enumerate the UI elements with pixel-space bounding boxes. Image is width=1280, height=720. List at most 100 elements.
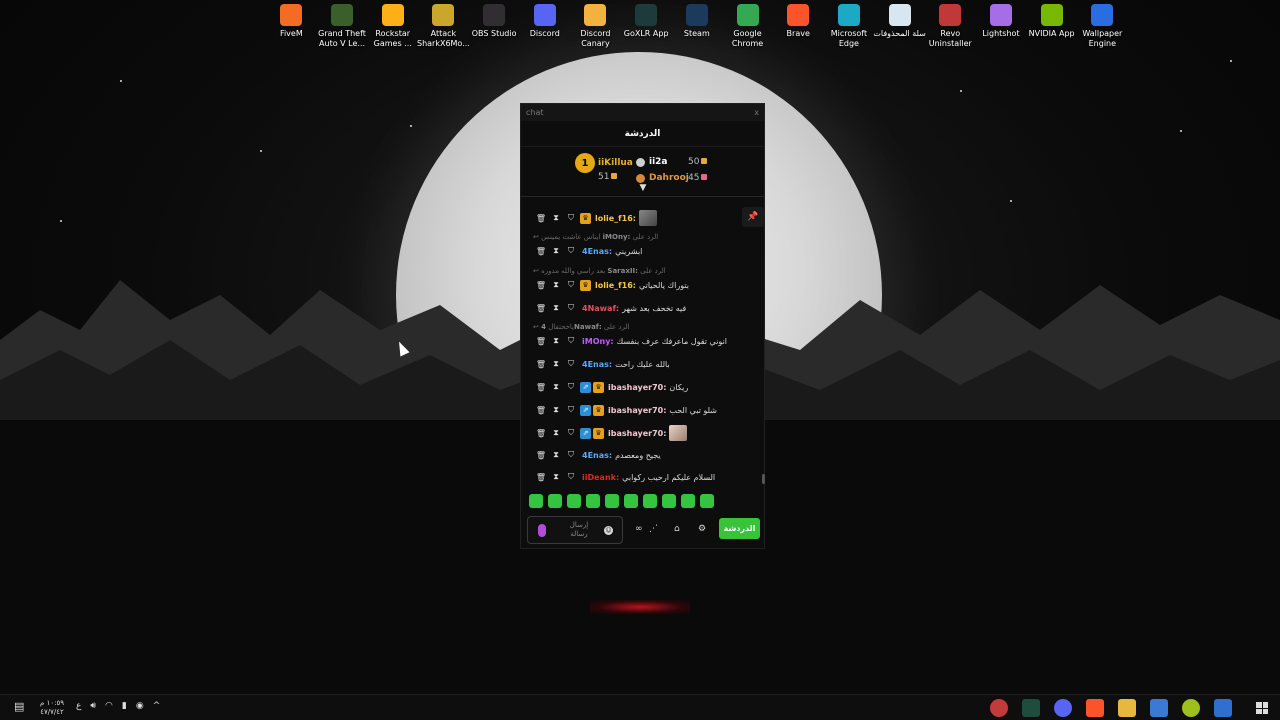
emote-icon[interactable] bbox=[681, 494, 695, 508]
trash-icon[interactable]: 🗑︎ bbox=[535, 404, 547, 416]
trash-icon[interactable]: 🗑︎ bbox=[535, 449, 547, 461]
message-username[interactable]: iiDeank: bbox=[582, 473, 619, 482]
shield-icon[interactable]: ⛉ bbox=[565, 427, 577, 439]
chat-message[interactable]: 🗑︎ ⧗ ⛉ 4Nawaf: فيه تخحف بعد شهر bbox=[535, 301, 686, 315]
gear-icon[interactable]: ⚙ bbox=[698, 524, 706, 534]
hourglass-icon[interactable]: ⧗ bbox=[550, 427, 562, 439]
trash-icon[interactable]: 🗑︎ bbox=[535, 358, 547, 370]
emote-icon[interactable] bbox=[567, 494, 581, 508]
taskbar-app-icon[interactable] bbox=[1182, 699, 1200, 717]
brave-taskbar-icon[interactable] bbox=[1086, 699, 1104, 717]
message-username[interactable]: iMOny: bbox=[582, 337, 614, 346]
chat-message[interactable]: 🗑︎ ⧗ ⛉ iiDeank: السلام عليكم ارحيب ركوابي bbox=[535, 470, 715, 484]
trash-icon[interactable]: 🗑︎ bbox=[535, 335, 547, 347]
folder-icon[interactable] bbox=[1118, 699, 1136, 717]
chat-message[interactable]: 🗑︎ ⧗ ⛉ ♛ lolie_f16: بتوراك يالحياتي bbox=[535, 278, 689, 292]
trash-icon[interactable]: 🗑︎ bbox=[535, 245, 547, 257]
desktop-shortcut[interactable]: Discord Canary bbox=[570, 4, 621, 49]
clock[interactable]: ١٠:٥٩ م ٤٧/٧/٤٢ bbox=[34, 699, 70, 717]
desktop-shortcut[interactable]: Steam bbox=[672, 4, 723, 49]
desktop-shortcut[interactable]: Attack SharkX6Mo... bbox=[417, 4, 470, 49]
chat-message[interactable]: 🗑︎ ⧗ ⛉ ⇗ ♛ ibashayer70: شلو تبي الحب bbox=[535, 403, 717, 417]
emoji-icon[interactable]: ☺ bbox=[604, 526, 613, 535]
desktop-shortcut[interactable]: GoXLR App bbox=[621, 4, 672, 49]
shield-icon[interactable]: ⛉ bbox=[565, 245, 577, 257]
pin-icon[interactable]: 📌 bbox=[742, 207, 764, 227]
message-username[interactable]: 4Enas: bbox=[582, 360, 612, 369]
leader-2-name[interactable]: ii2a bbox=[649, 157, 668, 167]
hourglass-icon[interactable]: ⧗ bbox=[550, 279, 562, 291]
microphone-icon[interactable] bbox=[538, 524, 546, 537]
desktop-shortcut[interactable]: Revo Uninstaller bbox=[925, 4, 976, 49]
desktop-shortcut[interactable]: Microsoft Edge bbox=[824, 4, 875, 49]
taskbar-app-icon[interactable] bbox=[1054, 699, 1072, 717]
scrollbar-thumb[interactable] bbox=[762, 474, 765, 484]
hourglass-icon[interactable]: ⧗ bbox=[550, 245, 562, 257]
desktop-shortcut[interactable]: Brave bbox=[773, 4, 824, 49]
store-icon[interactable]: ⌂ bbox=[674, 524, 680, 534]
taskbar-app-icon[interactable] bbox=[990, 699, 1008, 717]
notification-icon[interactable]: ▤ bbox=[14, 700, 24, 713]
message-input[interactable]: إرسال رسالة ☺ bbox=[527, 516, 623, 544]
desktop-shortcut[interactable]: Discord bbox=[519, 4, 570, 49]
close-icon[interactable]: x bbox=[754, 108, 759, 117]
desktop-shortcut[interactable]: Rockstar Games ... bbox=[367, 4, 418, 49]
shield-icon[interactable]: ⛉ bbox=[565, 404, 577, 416]
desktop-shortcut[interactable]: Grand Theft Auto V Le... bbox=[317, 4, 368, 49]
trash-icon[interactable]: 🗑︎ bbox=[535, 381, 547, 393]
message-username[interactable]: ibashayer70: bbox=[608, 406, 666, 415]
message-username[interactable]: 4Nawaf: bbox=[582, 304, 619, 313]
chevron-up-icon[interactable]: ^ bbox=[153, 701, 161, 711]
emote-icon[interactable] bbox=[586, 494, 600, 508]
shield-icon[interactable]: ⛉ bbox=[565, 279, 577, 291]
taskbar-app-icon[interactable] bbox=[1022, 699, 1040, 717]
trash-icon[interactable]: 🗑︎ bbox=[535, 427, 547, 439]
emote-icon[interactable] bbox=[700, 494, 714, 508]
message-image[interactable] bbox=[638, 210, 657, 226]
trash-icon[interactable]: 🗑︎ bbox=[535, 471, 547, 483]
taskbar-app-icon[interactable] bbox=[1214, 699, 1232, 717]
reply-reference[interactable]: ↩ بعد راسي والله مدوره SaraxII: الرد على bbox=[533, 267, 666, 277]
emote-icon[interactable] bbox=[529, 494, 543, 508]
chat-message[interactable]: 🗑︎ ⧗ ⛉ 4Enas: ابشريني bbox=[535, 244, 642, 258]
chat-message[interactable]: 🗑︎ ⧗ ⛉ iMOny: انوني تقول ماعرفك عرف بنفسك bbox=[535, 334, 727, 348]
hourglass-icon[interactable]: ⧗ bbox=[550, 302, 562, 314]
store-taskbar-icon[interactable] bbox=[1150, 699, 1168, 717]
message-username[interactable]: lolie_f16: bbox=[595, 214, 636, 223]
desktop-shortcut[interactable]: سلة المحذوفات bbox=[873, 4, 926, 49]
trash-icon[interactable]: 🗑︎ bbox=[535, 212, 547, 224]
trash-icon[interactable]: 🗑︎ bbox=[535, 302, 547, 314]
hourglass-icon[interactable]: ⧗ bbox=[550, 471, 562, 483]
share-icon[interactable]: ⋰ bbox=[649, 524, 658, 534]
desktop-shortcut[interactable]: Lightshot bbox=[976, 4, 1027, 49]
message-list[interactable]: 🗑︎ ⧗ ⛉ ♛ lolie_f16: ↩ ايناس عاشت يمينس iMOny:… bbox=[521, 207, 766, 487]
volume-icon[interactable]: 🔊︎ bbox=[90, 701, 96, 711]
emote-icon[interactable] bbox=[624, 494, 638, 508]
hourglass-icon[interactable]: ⧗ bbox=[550, 212, 562, 224]
message-username[interactable]: lolie_f16: bbox=[595, 281, 636, 290]
shield-icon[interactable]: ⛉ bbox=[565, 471, 577, 483]
shield-icon[interactable]: ⛉ bbox=[565, 212, 577, 224]
chat-titlebar[interactable]: chat x bbox=[521, 104, 764, 121]
shield-icon[interactable]: ⛉ bbox=[565, 381, 577, 393]
hourglass-icon[interactable]: ⧗ bbox=[550, 381, 562, 393]
chat-message[interactable]: 🗑︎ ⧗ ⛉ ⇗ ♛ ibashayer70: ريكان bbox=[535, 380, 688, 394]
emote-icon[interactable] bbox=[548, 494, 562, 508]
emote-icon[interactable] bbox=[662, 494, 676, 508]
chat-message[interactable]: 🗑︎ ⧗ ⛉ 4Enas: يجيح ومعصدم bbox=[535, 448, 661, 462]
desktop-shortcut[interactable]: Google Chrome bbox=[722, 4, 773, 49]
message-username[interactable]: ibashayer70: bbox=[608, 383, 666, 392]
hourglass-icon[interactable]: ⧗ bbox=[550, 335, 562, 347]
shield-icon[interactable]: ⛉ bbox=[565, 449, 577, 461]
chat-message[interactable]: 🗑︎ ⧗ ⛉ 4Enas: بالله عليك راحت bbox=[535, 357, 670, 371]
leader-3-name[interactable]: Dahrooj bbox=[649, 173, 689, 183]
desktop-shortcut[interactable]: NVIDIA App bbox=[1026, 4, 1077, 49]
hourglass-icon[interactable]: ⧗ bbox=[550, 449, 562, 461]
desktop-shortcut[interactable]: FiveM bbox=[266, 4, 317, 49]
chat-message[interactable]: 🗑︎ ⧗ ⛉ ♛ lolie_f16: bbox=[535, 210, 657, 226]
microphone-tray-icon[interactable]: ▮ bbox=[122, 701, 127, 711]
message-username[interactable]: 4Enas: bbox=[582, 247, 612, 256]
chat-message[interactable]: 🗑︎ ⧗ ⛉ ⇗ ♛ ibashayer70: bbox=[535, 425, 688, 441]
message-image[interactable] bbox=[669, 425, 688, 441]
language-indicator[interactable]: ع bbox=[76, 701, 81, 711]
